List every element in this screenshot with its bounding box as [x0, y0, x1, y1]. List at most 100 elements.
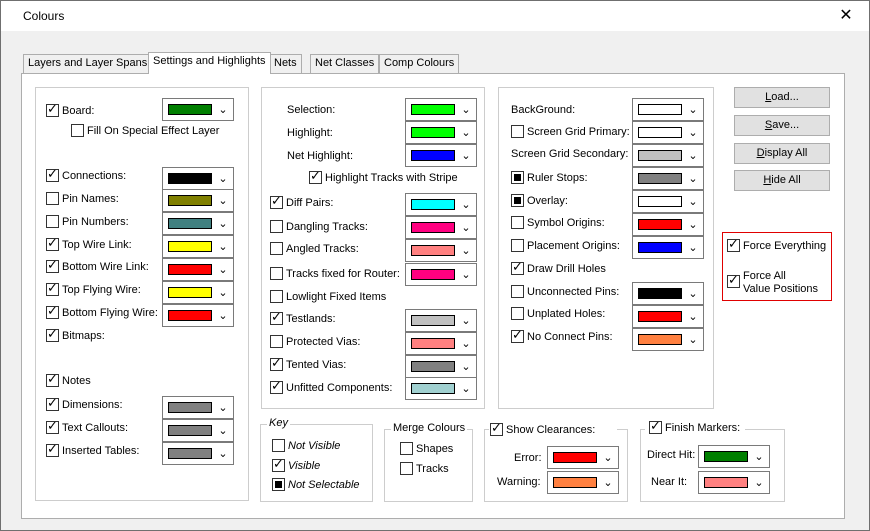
inserted-tables-colour-picker[interactable]: ⌄: [162, 442, 234, 465]
background-colour-picker[interactable]: ⌄: [632, 98, 704, 121]
tab-nets[interactable]: Nets: [269, 54, 302, 73]
merge-tracks-checkbox[interactable]: [400, 462, 413, 475]
clearance-warning-colour-picker[interactable]: ⌄: [547, 471, 619, 494]
diff-pairs-checkbox[interactable]: [270, 194, 283, 209]
lowlight-fixed-checkbox[interactable]: [270, 290, 283, 303]
protected-vias-checkbox[interactable]: [270, 335, 283, 348]
top-wire-link-checkbox[interactable]: [46, 236, 59, 251]
top-flying-wire-colour-picker[interactable]: ⌄: [162, 281, 234, 304]
pin-numbers-colour-picker[interactable]: ⌄: [162, 212, 234, 235]
placement-origins-checkbox[interactable]: [511, 239, 524, 252]
angled-tracks-checkbox[interactable]: [270, 242, 283, 255]
show-clearances-checkbox[interactable]: [490, 421, 503, 436]
tracks-fixed-router-colour-picker[interactable]: ⌄: [405, 263, 477, 286]
top-wire-link-colour-picker[interactable]: ⌄: [162, 235, 234, 258]
text-callouts-checkbox[interactable]: [46, 419, 59, 434]
key-not-selectable-sample: [272, 478, 285, 491]
no-connect-pins-checkbox[interactable]: [511, 328, 524, 343]
chevron-down-icon: ⌄: [603, 476, 613, 489]
save-button[interactable]: Save...: [734, 115, 830, 136]
tab-comp-colours[interactable]: Comp Colours: [379, 54, 460, 73]
connections-colour-picker[interactable]: ⌄: [162, 167, 234, 190]
selection-colour-picker[interactable]: ⌄: [405, 98, 477, 121]
ruler-stops-colour-picker[interactable]: ⌄: [632, 167, 704, 190]
dimensions-colour-picker[interactable]: ⌄: [162, 396, 234, 419]
merge-tracks-label: Tracks: [416, 463, 449, 475]
close-icon[interactable]: ✕: [837, 7, 855, 25]
unconnected-pins-checkbox[interactable]: [511, 285, 524, 298]
fill-special-checkbox[interactable]: [71, 124, 84, 137]
board-colour-picker[interactable]: ⌄: [162, 98, 234, 121]
finish-markers-checkbox[interactable]: [649, 419, 662, 434]
ruler-stops-checkbox[interactable]: [511, 171, 524, 184]
tab-net-classes[interactable]: Net Classes: [310, 54, 380, 73]
selection-swatch: [411, 104, 455, 115]
overlay-colour-picker[interactable]: ⌄: [632, 190, 704, 213]
bitmaps-checkbox[interactable]: [46, 327, 59, 342]
grid-primary-colour-picker[interactable]: ⌄: [632, 121, 704, 144]
force-everything-checkbox[interactable]: [727, 237, 740, 252]
direct-hit-label: Direct Hit:: [647, 449, 696, 461]
tracks-fixed-router-swatch: [411, 269, 455, 280]
highlight-colour-picker[interactable]: ⌄: [405, 121, 477, 144]
no-connect-pins-colour-picker[interactable]: ⌄: [632, 328, 704, 351]
tracks-fixed-router-label: Tracks fixed for Router:: [286, 268, 400, 280]
pin-names-colour-picker[interactable]: ⌄: [162, 189, 234, 212]
tab-layers-and-layer-spans[interactable]: Layers and Layer Spans: [23, 54, 153, 73]
connections-swatch: [168, 173, 212, 184]
unfitted-components-label: Unfitted Components:: [286, 382, 393, 394]
unplated-holes-colour-picker[interactable]: ⌄: [632, 305, 704, 328]
bottom-wire-link-colour-picker[interactable]: ⌄: [162, 258, 234, 281]
placement-origins-colour-picker[interactable]: ⌄: [632, 236, 704, 259]
diff-pairs-colour-picker[interactable]: ⌄: [405, 193, 477, 216]
merge-shapes-checkbox[interactable]: [400, 442, 413, 455]
chevron-down-icon: ⌄: [461, 198, 471, 211]
unfitted-components-colour-picker[interactable]: ⌄: [405, 377, 477, 400]
tracks-fixed-router-checkbox[interactable]: [270, 267, 283, 280]
dangling-tracks-checkbox[interactable]: [270, 220, 283, 233]
overlay-checkbox[interactable]: [511, 194, 524, 207]
pin-names-checkbox[interactable]: [46, 192, 59, 205]
tented-vias-checkbox[interactable]: [270, 356, 283, 371]
symbol-origins-colour-picker[interactable]: ⌄: [632, 213, 704, 236]
angled-tracks-colour-picker[interactable]: ⌄: [405, 239, 477, 262]
bottom-wire-link-checkbox[interactable]: [46, 258, 59, 273]
top-flying-wire-checkbox[interactable]: [46, 281, 59, 296]
board-checkbox[interactable]: [46, 102, 59, 117]
tab-settings-and-highlights[interactable]: Settings and Highlights: [148, 52, 271, 74]
grid-primary-checkbox[interactable]: [511, 125, 524, 138]
unconnected-pins-swatch: [638, 288, 682, 299]
clearance-error-colour-picker[interactable]: ⌄: [547, 446, 619, 469]
net-highlight-colour-picker[interactable]: ⌄: [405, 144, 477, 167]
near-it-colour-picker[interactable]: ⌄: [698, 471, 770, 494]
unfitted-components-checkbox[interactable]: [270, 379, 283, 394]
protected-vias-colour-picker[interactable]: ⌄: [405, 332, 477, 355]
chevron-down-icon: ⌄: [218, 194, 228, 207]
direct-hit-colour-picker[interactable]: ⌄: [698, 445, 770, 468]
testlands-checkbox[interactable]: [270, 310, 283, 325]
chevron-down-icon: ⌄: [688, 241, 698, 254]
inserted-tables-checkbox[interactable]: [46, 442, 59, 457]
text-callouts-colour-picker[interactable]: ⌄: [162, 419, 234, 442]
tented-vias-colour-picker[interactable]: ⌄: [405, 355, 477, 378]
connections-checkbox[interactable]: [46, 167, 59, 182]
testlands-colour-picker[interactable]: ⌄: [405, 309, 477, 332]
dangling-tracks-colour-picker[interactable]: ⌄: [405, 216, 477, 239]
grid-secondary-colour-picker[interactable]: ⌄: [632, 144, 704, 167]
display-all-button[interactable]: Display All: [734, 143, 830, 164]
highlight-stripe-checkbox[interactable]: [309, 169, 322, 184]
dimensions-checkbox[interactable]: [46, 396, 59, 411]
load-button[interactable]: Load...: [734, 87, 830, 108]
testlands-label: Testlands:: [286, 313, 336, 325]
symbol-origins-checkbox[interactable]: [511, 216, 524, 229]
bottom-flying-wire-colour-picker[interactable]: ⌄: [162, 304, 234, 327]
force-all-value-positions-checkbox[interactable]: [727, 273, 740, 288]
pin-numbers-checkbox[interactable]: [46, 215, 59, 228]
bottom-flying-wire-checkbox[interactable]: [46, 304, 59, 319]
notes-checkbox[interactable]: [46, 372, 59, 387]
hide-all-button[interactable]: Hide All: [734, 170, 830, 191]
background-swatch: [638, 104, 682, 115]
draw-drill-holes-checkbox[interactable]: [511, 260, 524, 275]
unplated-holes-checkbox[interactable]: [511, 307, 524, 320]
unconnected-pins-colour-picker[interactable]: ⌄: [632, 282, 704, 305]
